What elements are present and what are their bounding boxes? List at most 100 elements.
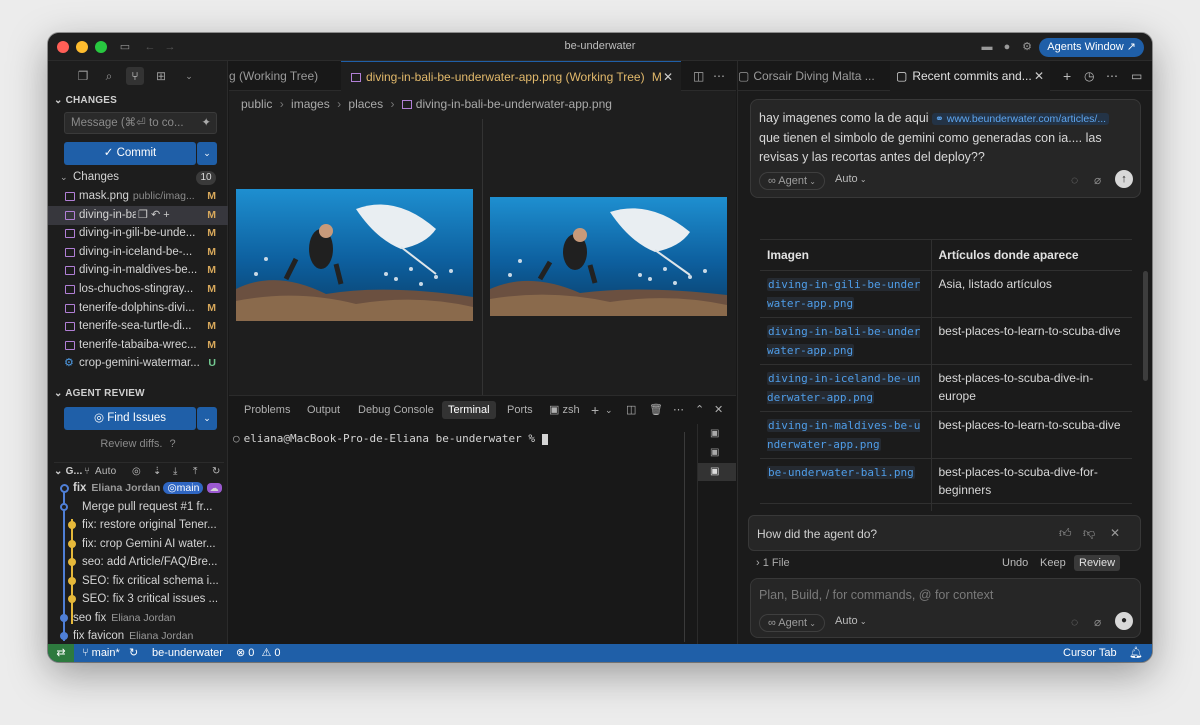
tab-output[interactable]: Output xyxy=(307,401,340,419)
agent-mode-selector[interactable]: ∞ Agent ⌄ xyxy=(759,614,825,632)
attach-icon[interactable]: ⌀ xyxy=(1094,173,1101,187)
changed-file-row[interactable]: diving-in-maldives-be... M xyxy=(48,261,228,280)
history-icon[interactable]: ◷ xyxy=(1084,61,1094,91)
changed-file-row[interactable]: tenerife-dolphins-divi... M xyxy=(48,299,228,318)
graph-commit-row[interactable]: fix: restore original Tener... xyxy=(48,516,228,534)
commit-button[interactable]: ✓ Commit xyxy=(64,142,196,165)
find-issues-options-chevron-icon[interactable]: ⌄ xyxy=(197,407,217,430)
more-actions-icon[interactable]: ⋯ xyxy=(1106,61,1118,91)
tab-recent-commits[interactable]: ▢ Recent commits and... ✕ xyxy=(890,61,1050,91)
terminal-instance-icon[interactable]: ▣ xyxy=(710,447,719,458)
split-terminal-icon[interactable]: ◫ xyxy=(626,401,636,419)
terminal-shell-selector[interactable]: ▣ zsh xyxy=(549,401,580,419)
close-panel-icon[interactable]: ✕ xyxy=(714,401,723,419)
source-control-icon[interactable]: ⑂ xyxy=(126,67,144,85)
user-message-bubble[interactable]: hay imagenes como la de aqui ⚭ www.beund… xyxy=(750,99,1141,198)
push-icon[interactable]: ⤒ xyxy=(193,466,198,477)
graph-commit-row[interactable]: fix favicon Eliana Jordan xyxy=(48,627,228,645)
files-toggle[interactable]: › 1 File xyxy=(756,557,790,569)
close-tab-icon[interactable]: ✕ xyxy=(1034,61,1044,91)
model-selector[interactable]: Auto ⌄ xyxy=(835,173,867,185)
new-terminal-icon[interactable]: + xyxy=(591,401,599,419)
tab-terminal[interactable]: Terminal xyxy=(442,401,496,419)
tab-working-tree-previous[interactable]: g (Working Tree) xyxy=(229,61,337,91)
tab-problems[interactable]: Problems xyxy=(244,401,290,419)
tab-debug-console[interactable]: Debug Console xyxy=(358,401,434,419)
open-file-icon[interactable]: ❐ xyxy=(138,209,148,221)
maximize-panel-icon[interactable]: ⌃ xyxy=(695,401,704,419)
sparkle-icon[interactable]: ✦ xyxy=(201,113,211,133)
pull-icon[interactable]: ⤓ xyxy=(173,466,178,477)
chat-icon[interactable]: ● xyxy=(1000,40,1014,54)
changed-file-row[interactable]: diving-in-gili-be-unde... M xyxy=(48,224,228,243)
find-issues-button[interactable]: ◎ Find Issues xyxy=(64,407,196,430)
agent-review-section-header[interactable]: ⌄ AGENT REVIEW xyxy=(54,388,145,399)
close-icon[interactable]: ✕ xyxy=(1110,526,1120,540)
commit-options-chevron-icon[interactable]: ⌄ xyxy=(197,142,217,165)
microphone-icon[interactable]: ● xyxy=(1115,612,1133,630)
changes-section-header[interactable]: ⌄ CHANGES xyxy=(54,95,117,106)
close-tab-icon[interactable]: ✕ xyxy=(663,62,673,91)
agents-window-button[interactable]: Agents Window ↗ xyxy=(1039,38,1144,57)
model-selector[interactable]: Auto ⌄ xyxy=(835,615,867,627)
more-views-chevron-icon[interactable]: ⌄ xyxy=(180,67,198,85)
commit-message-input[interactable]: Message (⌘⏎ to co... ✦ xyxy=(64,112,217,134)
branch-status[interactable]: ⑂ main* xyxy=(82,644,120,662)
search-icon[interactable]: ⌕ xyxy=(100,67,118,85)
cursor-tab-status[interactable]: Cursor Tab xyxy=(1063,644,1117,662)
graph-section-header[interactable]: ⌄ G... ⑂ Auto ◎ ⇣ ⤓ ⤒ ↻ xyxy=(54,462,224,477)
changed-file-row[interactable]: diving-in-iceland-be-... M xyxy=(48,243,228,262)
chat-input-box[interactable]: Plan, Build, / for commands, @ for conte… xyxy=(750,578,1141,638)
changes-group-header[interactable]: ⌄ Changes 10 xyxy=(48,168,228,187)
more-actions-icon[interactable]: ⋯ xyxy=(673,401,684,419)
toggle-panel-icon[interactable]: ▭ xyxy=(1131,61,1142,91)
changed-file-row[interactable]: mask.png public/imag... M xyxy=(48,187,228,206)
problems-status[interactable]: ⊗ 0 ⚠ 0 xyxy=(236,644,281,662)
agent-mode-selector[interactable]: ∞ Agent ⌄ xyxy=(759,172,825,190)
help-icon[interactable]: ? xyxy=(170,438,176,450)
layout-icon[interactable]: ▬ xyxy=(980,40,994,54)
chat-scrollbar[interactable] xyxy=(1143,271,1148,381)
keep-button[interactable]: Keep xyxy=(1040,557,1066,569)
undo-button[interactable]: Undo xyxy=(1002,557,1028,569)
link-chip[interactable]: ⚭ www.beunderwater.com/articles/... xyxy=(932,113,1110,125)
changed-file-row[interactable]: diving-in-ba... ❐ ↶ + M xyxy=(48,205,228,225)
target-icon[interactable]: ◎ xyxy=(132,466,141,477)
discard-icon[interactable]: ↶ xyxy=(151,209,160,221)
changed-file-row[interactable]: ⚙ crop-gemini-watermar... U xyxy=(48,354,228,373)
stage-plus-icon[interactable]: + xyxy=(163,209,169,221)
attach-icon[interactable]: ⌀ xyxy=(1094,615,1101,629)
graph-commit-row[interactable]: SEO: fix 3 critical issues ... xyxy=(48,590,228,608)
thumbs-up-icon[interactable]: 👍︎ xyxy=(1059,526,1072,541)
graph-commit-row[interactable]: Merge pull request #1 fr... xyxy=(48,498,228,516)
graph-commit-row[interactable]: fix Eliana Jordan ◎main ☁ xyxy=(48,479,228,497)
graph-commit-row[interactable]: seo fix Eliana Jordan xyxy=(48,609,228,627)
notifications-bell-icon[interactable]: 🔔︎ xyxy=(1129,644,1143,662)
terminal-options-chevron-icon[interactable]: ⌄ xyxy=(605,401,613,419)
sync-icon[interactable]: ↻ xyxy=(129,644,138,662)
terminal-output[interactable]: ○ eliana@MacBook-Pro-de-Eliana be-underwa… xyxy=(233,432,548,445)
new-chat-icon[interactable]: + xyxy=(1063,61,1071,91)
fetch-icon[interactable]: ⇣ xyxy=(153,466,162,477)
tab-diving-in-bali[interactable]: diving-in-bali-be-underwater-app.png (Wo… xyxy=(341,61,681,91)
remote-icon[interactable]: ⇄ xyxy=(48,644,74,662)
changed-file-row[interactable]: tenerife-tabaiba-wrec... M xyxy=(48,336,228,355)
send-arrow-icon[interactable]: ↑ xyxy=(1115,170,1133,188)
settings-gear-icon[interactable]: ⚙ xyxy=(1020,40,1034,54)
tab-corsair-diving-malta[interactable]: ▢ Corsair Diving Malta ... xyxy=(738,61,888,91)
terminal-instance-selected[interactable]: ▣ xyxy=(698,463,736,481)
graph-commit-row[interactable]: seo: add Article/FAQ/Bre... xyxy=(48,553,228,571)
terminal-instance-icon[interactable]: ▣ xyxy=(710,428,719,439)
explorer-files-icon[interactable]: ❐ xyxy=(74,67,92,85)
split-editor-icon[interactable]: ◫ xyxy=(693,61,704,91)
thumbs-down-icon[interactable]: 👎︎ xyxy=(1083,526,1095,541)
changed-file-row[interactable]: los-chuchos-stingray... M xyxy=(48,280,228,299)
changed-file-row[interactable]: tenerife-sea-turtle-di... M xyxy=(48,317,228,336)
tab-ports[interactable]: Ports xyxy=(507,401,533,419)
extensions-icon[interactable]: ⊞ xyxy=(152,67,170,85)
more-actions-icon[interactable]: ⋯ xyxy=(713,61,725,91)
trash-icon[interactable]: 🗑 xyxy=(649,401,663,419)
repo-name[interactable]: be-underwater xyxy=(152,644,223,662)
refresh-icon[interactable]: ↻ xyxy=(212,466,221,477)
review-button[interactable]: Review xyxy=(1074,555,1121,571)
